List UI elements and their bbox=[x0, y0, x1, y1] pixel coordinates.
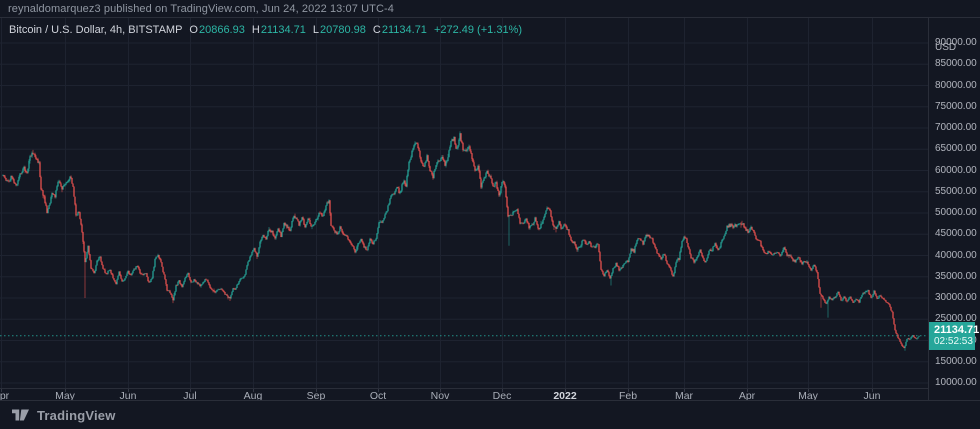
time-axis-label: 2022 bbox=[553, 390, 577, 400]
price-tick-label: 65000.00 bbox=[935, 143, 977, 154]
legend-low: L 20780.98 bbox=[312, 24, 366, 36]
time-axis[interactable]: Apr May Jun Jul Aug Sep Oct Nov Dec 2022 Feb Mar Apr… bbox=[0, 388, 928, 400]
time-axis-label: May bbox=[798, 390, 818, 400]
time-axis-label: Sep bbox=[306, 390, 326, 400]
price-chart-svg bbox=[0, 18, 928, 388]
time-axis-label: Oct bbox=[369, 390, 387, 400]
time-axis-label: Apr bbox=[738, 390, 756, 400]
candle-bodies-down bbox=[3, 133, 917, 348]
candle-bodies-up bbox=[2, 133, 920, 348]
tradingview-brand-text: TradingView bbox=[37, 407, 116, 423]
legend-open: O 20866.93 bbox=[189, 24, 245, 36]
time-axis-label: Feb bbox=[618, 390, 638, 400]
legend-high: H 21134.71 bbox=[251, 24, 306, 36]
price-tick-label: 50000.00 bbox=[935, 207, 977, 218]
last-price-label: 21134.71 02:52:53 bbox=[929, 322, 980, 350]
time-axis-label: Apr bbox=[0, 390, 10, 400]
last-price-value: 21134.71 bbox=[934, 324, 980, 336]
legend-change: +272.49 (+1.31%) bbox=[433, 24, 523, 36]
price-tick-label: 10000.00 bbox=[935, 377, 977, 388]
candle-wicks-up bbox=[2, 131, 920, 351]
symbol-title: Bitcoin / U.S. Dollar, 4h, BITSTAMP bbox=[9, 24, 183, 36]
price-tick-label: 40000.00 bbox=[935, 250, 977, 261]
time-axis-label: Aug bbox=[243, 390, 263, 400]
attribution-text: reynaldomarquez3 published on TradingVie… bbox=[8, 2, 395, 15]
time-axis-label: Jun bbox=[863, 390, 881, 400]
chart-canvas[interactable]: Bitcoin / U.S. Dollar, 4h, BITSTAMP O 208… bbox=[0, 18, 928, 388]
time-axis-label: Dec bbox=[492, 390, 512, 400]
price-tick-label: 45000.00 bbox=[935, 228, 977, 239]
price-tick-label: 80000.00 bbox=[935, 80, 977, 91]
time-axis-label: Jul bbox=[183, 390, 197, 400]
price-tick-label: 85000.00 bbox=[935, 58, 977, 69]
price-axis[interactable]: USD 90000.00 85000.00 80000.00 75000.00 7000… bbox=[928, 18, 980, 400]
price-tick-label: 15000.00 bbox=[935, 356, 977, 367]
price-tick-label: 75000.00 bbox=[935, 101, 977, 112]
time-axis-label: Jun bbox=[119, 390, 137, 400]
price-tick-label: 30000.00 bbox=[935, 292, 977, 303]
price-tick-label: 35000.00 bbox=[935, 271, 977, 282]
legend: Bitcoin / U.S. Dollar, 4h, BITSTAMP O 208… bbox=[9, 24, 522, 36]
tradingview-logo-icon bbox=[12, 409, 29, 421]
time-axis-label: Nov bbox=[430, 390, 450, 400]
chart-gridlines bbox=[0, 18, 928, 388]
price-tick-label: 55000.00 bbox=[935, 186, 977, 197]
price-tick-label: 90000.00 bbox=[935, 37, 977, 48]
attribution-bar: reynaldomarquez3 published on TradingVie… bbox=[0, 0, 980, 18]
bottom-toolbar: TradingView bbox=[0, 400, 980, 429]
bar-countdown: 02:52:53 bbox=[934, 336, 973, 347]
tradingview-logo-link[interactable]: TradingView bbox=[12, 408, 116, 423]
price-tick-label: 70000.00 bbox=[935, 122, 977, 133]
legend-close: C 21134.71 bbox=[372, 24, 427, 36]
tradingview-published-chart: reynaldomarquez3 published on TradingVie… bbox=[0, 0, 980, 429]
time-axis-label: May bbox=[55, 390, 75, 400]
price-tick-label: 60000.00 bbox=[935, 165, 977, 176]
candle-wicks-down bbox=[3, 133, 917, 349]
time-axis-label: Mar bbox=[674, 390, 694, 400]
